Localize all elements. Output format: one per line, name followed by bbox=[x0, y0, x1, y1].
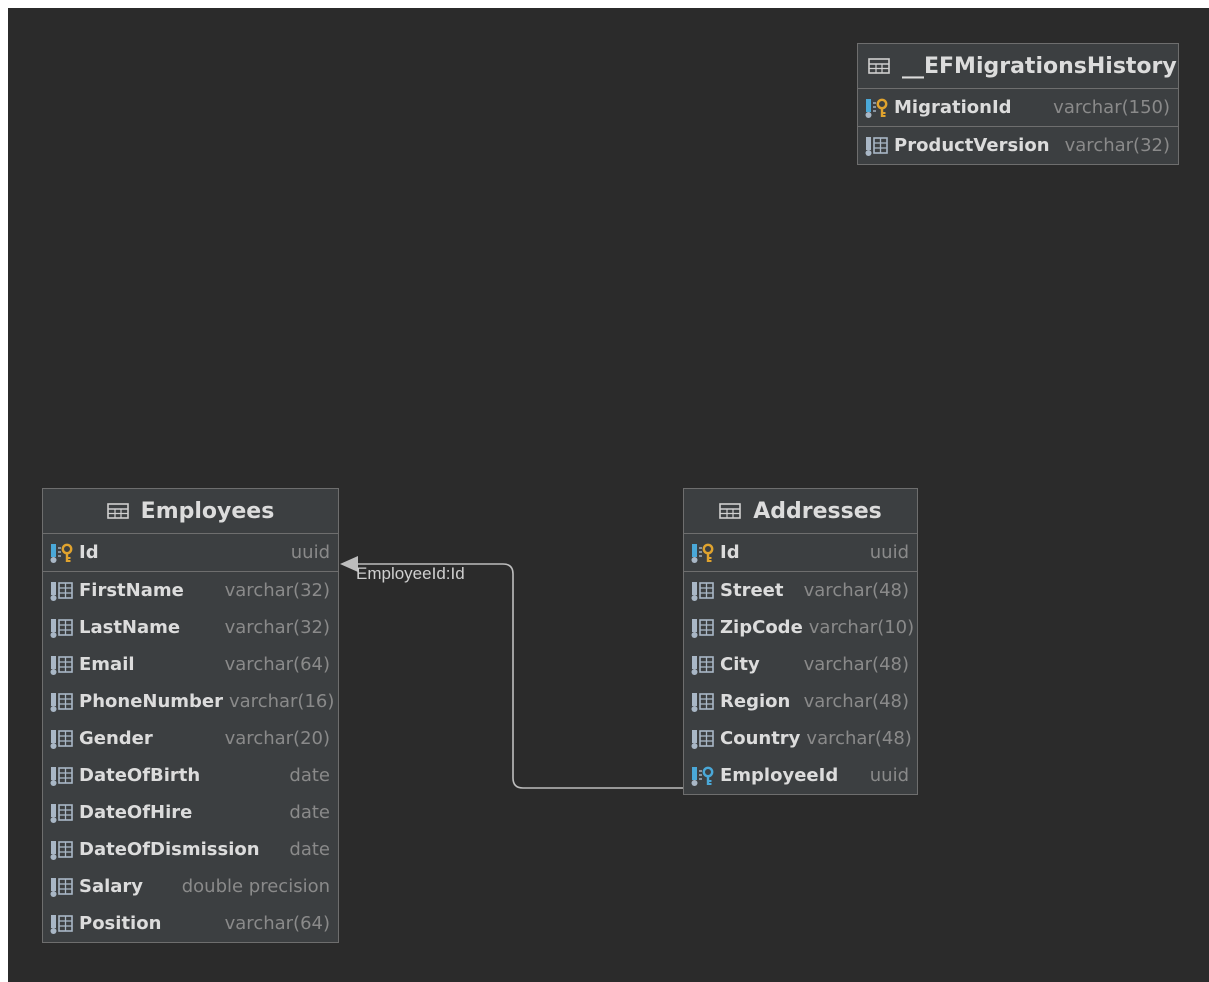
column-name: ZipCode bbox=[720, 617, 803, 638]
table-addresses[interactable]: Addresses Id uuid Street varchar(48) ZipCode… bbox=[683, 488, 918, 795]
column-row[interactable]: Id uuid bbox=[684, 534, 917, 572]
column-icon bbox=[50, 692, 73, 712]
column-name: Street bbox=[720, 580, 784, 601]
column-row[interactable]: Street varchar(48) bbox=[684, 572, 917, 609]
table-title: Employees bbox=[140, 498, 275, 524]
column-name: Salary bbox=[79, 876, 144, 897]
column-type: varchar(20) bbox=[224, 728, 330, 749]
primary-key-icon bbox=[50, 543, 73, 563]
table-header: Employees bbox=[43, 489, 338, 534]
table-icon bbox=[106, 503, 129, 519]
column-row[interactable]: City varchar(48) bbox=[684, 646, 917, 683]
column-type: varchar(32) bbox=[1064, 135, 1170, 156]
column-name: MigrationId bbox=[894, 97, 1012, 118]
foreign-key-icon bbox=[691, 766, 714, 786]
table-icon bbox=[868, 58, 890, 74]
table-employees[interactable]: Employees Id uuid FirstName varchar(32) Last… bbox=[42, 488, 339, 943]
table-header: __EFMigrationsHistory bbox=[858, 44, 1178, 89]
column-icon bbox=[50, 766, 73, 786]
column-row[interactable]: Gender varchar(20) bbox=[43, 720, 338, 757]
column-name: EmployeeId bbox=[720, 765, 839, 786]
column-name: City bbox=[720, 654, 760, 675]
column-icon bbox=[50, 655, 73, 675]
column-icon bbox=[50, 581, 73, 601]
column-type: varchar(48) bbox=[806, 728, 912, 749]
column-icon bbox=[50, 877, 73, 897]
column-type: date bbox=[289, 802, 330, 823]
column-type: varchar(10) bbox=[808, 617, 915, 638]
column-type: varchar(64) bbox=[224, 913, 330, 934]
column-row[interactable]: Position varchar(64) bbox=[43, 905, 338, 942]
column-type: uuid bbox=[290, 542, 330, 563]
column-row[interactable]: Id uuid bbox=[43, 534, 338, 572]
column-row[interactable]: FirstName varchar(32) bbox=[43, 572, 338, 609]
column-name: FirstName bbox=[79, 580, 184, 601]
column-row[interactable]: LastName varchar(32) bbox=[43, 609, 338, 646]
table-header: Addresses bbox=[684, 489, 917, 534]
column-row[interactable]: ProductVersion varchar(32) bbox=[858, 127, 1178, 164]
column-type: varchar(32) bbox=[224, 617, 330, 638]
column-type: varchar(48) bbox=[803, 580, 909, 601]
column-row[interactable]: Country varchar(48) bbox=[684, 720, 917, 757]
column-row[interactable]: PhoneNumber varchar(16) bbox=[43, 683, 338, 720]
column-type: varchar(32) bbox=[224, 580, 330, 601]
column-row[interactable]: EmployeeId uuid bbox=[684, 757, 917, 794]
column-name: Country bbox=[720, 728, 801, 749]
column-name: DateOfBirth bbox=[79, 765, 201, 786]
column-type: varchar(150) bbox=[1053, 97, 1170, 118]
column-icon bbox=[691, 618, 714, 638]
column-type: double precision bbox=[181, 876, 330, 897]
column-icon bbox=[691, 729, 714, 749]
column-row[interactable]: DateOfBirth date bbox=[43, 757, 338, 794]
primary-key-icon bbox=[691, 543, 714, 563]
column-row[interactable]: Region varchar(48) bbox=[684, 683, 917, 720]
column-name: DateOfHire bbox=[79, 802, 193, 823]
column-type: uuid bbox=[869, 765, 909, 786]
column-icon bbox=[50, 914, 73, 934]
column-row[interactable]: DateOfDismission date bbox=[43, 831, 338, 868]
column-row[interactable]: Salary double precision bbox=[43, 868, 338, 905]
column-row[interactable]: DateOfHire date bbox=[43, 794, 338, 831]
column-row[interactable]: MigrationId varchar(150) bbox=[858, 89, 1178, 127]
column-row[interactable]: Email varchar(64) bbox=[43, 646, 338, 683]
column-type: varchar(16) bbox=[229, 691, 335, 712]
column-name: Id bbox=[79, 542, 99, 563]
relation-label: EmployeeId:Id bbox=[356, 564, 465, 583]
column-icon bbox=[50, 840, 73, 860]
column-type: varchar(64) bbox=[224, 654, 330, 675]
column-icon bbox=[50, 803, 73, 823]
column-name: ProductVersion bbox=[894, 135, 1050, 156]
table-efmigrationshistory[interactable]: __EFMigrationsHistory MigrationId varchar… bbox=[857, 43, 1179, 165]
column-name: DateOfDismission bbox=[79, 839, 260, 860]
column-type: date bbox=[289, 839, 330, 860]
table-title: Addresses bbox=[753, 498, 882, 524]
column-name: Position bbox=[79, 913, 162, 934]
column-list: MigrationId varchar(150) ProductVersion var… bbox=[858, 89, 1178, 164]
column-type: date bbox=[289, 765, 330, 786]
column-icon bbox=[50, 618, 73, 638]
table-icon bbox=[719, 503, 742, 519]
column-type: varchar(48) bbox=[803, 654, 909, 675]
column-list: Id uuid FirstName varchar(32) LastName varcha… bbox=[43, 534, 338, 942]
column-name: Id bbox=[720, 542, 740, 563]
column-icon bbox=[691, 692, 714, 712]
primary-key-icon bbox=[865, 98, 888, 118]
column-type: varchar(48) bbox=[803, 691, 909, 712]
column-row[interactable]: ZipCode varchar(10) bbox=[684, 609, 917, 646]
column-name: Email bbox=[79, 654, 135, 675]
column-type: uuid bbox=[869, 542, 909, 563]
table-title: __EFMigrationsHistory bbox=[902, 53, 1177, 79]
column-list: Id uuid Street varchar(48) ZipCode varchar(10… bbox=[684, 534, 917, 794]
column-icon bbox=[691, 655, 714, 675]
column-icon bbox=[865, 136, 888, 156]
column-name: Gender bbox=[79, 728, 153, 749]
column-name: PhoneNumber bbox=[79, 691, 223, 712]
column-name: Region bbox=[720, 691, 791, 712]
column-icon bbox=[50, 729, 73, 749]
column-icon bbox=[691, 581, 714, 601]
column-name: LastName bbox=[79, 617, 181, 638]
